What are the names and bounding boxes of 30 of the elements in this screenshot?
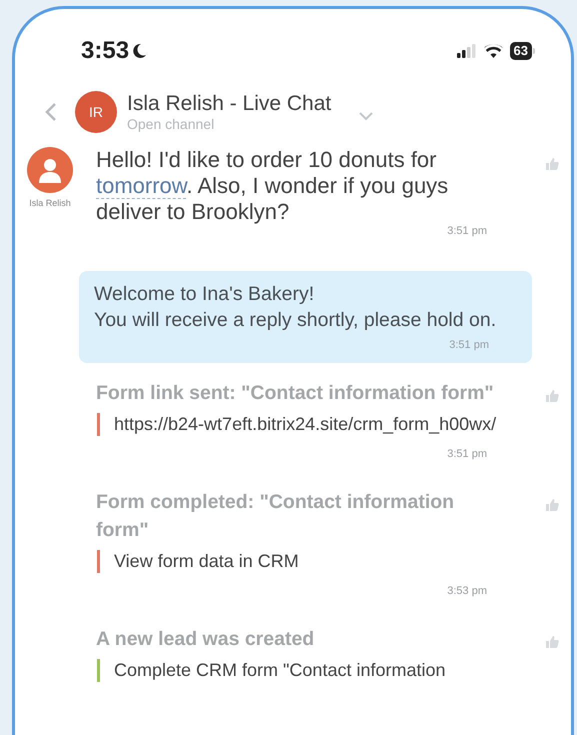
sender-name: Isla Relish (29, 198, 71, 208)
message-time: 3:51 pm (448, 339, 490, 351)
message-text: Hello! I'd like to order 10 donuts for tomorrow. Also, I wonder if you guys deliver to Brooklyn? (96, 147, 450, 225)
signal-icon (456, 44, 477, 58)
avatar: IR (75, 91, 117, 133)
welcome-text: Welcome to Ina's Bakery! (94, 282, 316, 307)
message-time: 3:51 pm (446, 225, 488, 237)
quote-text: View form data in CRM (97, 550, 509, 573)
chat-title: Isla Relish - Live Chat (127, 92, 332, 116)
message-time: 3:53 pm (446, 585, 488, 597)
status-time: 3:53 (81, 37, 130, 65)
chat-status: Open channel (127, 116, 216, 132)
system-message: Form completed: "Contact information form" (96, 490, 456, 543)
system-message: A new lead was created (96, 627, 316, 652)
thumbs-up-icon[interactable] (545, 157, 559, 170)
system-message: Form link sent: "Contact information form" (96, 381, 495, 406)
wifi-icon (484, 44, 503, 58)
user-avatar-icon (27, 147, 73, 193)
thumbs-up-icon[interactable] (545, 498, 559, 511)
date-link[interactable]: tomorrow (96, 173, 186, 199)
moon-icon (132, 43, 148, 59)
welcome-text: You will receive a reply shortly, please hold on. (94, 308, 498, 333)
back-icon[interactable] (45, 102, 57, 122)
quote-text: Complete CRM form "Contact information (97, 659, 509, 682)
battery-icon: 63 (510, 42, 535, 60)
chevron-down-icon[interactable] (359, 112, 374, 120)
message-time: 3:51 pm (446, 448, 488, 460)
quote-text: https://b24-wt7eft.bitrix24.site/crm_form_h00wx/ (97, 413, 509, 436)
thumbs-up-icon[interactable] (545, 635, 559, 648)
thumbs-up-icon[interactable] (545, 389, 559, 402)
